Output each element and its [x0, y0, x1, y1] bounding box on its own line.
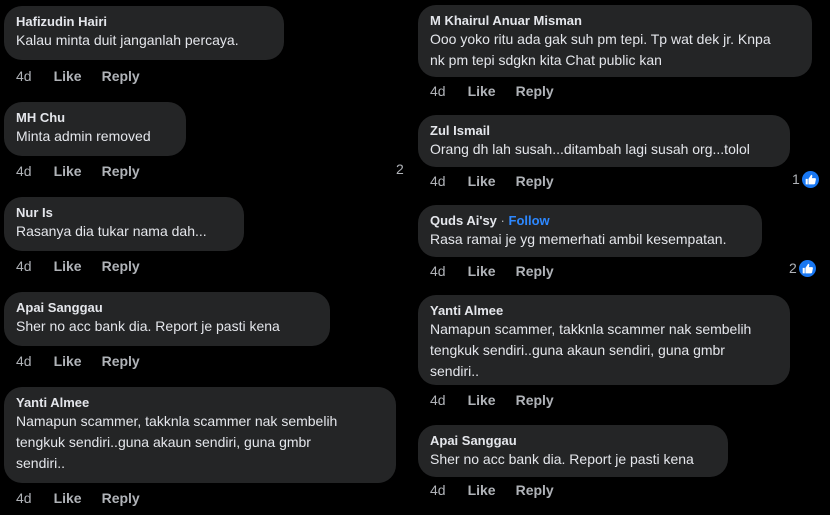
- reply-button[interactable]: Reply: [102, 257, 140, 275]
- comment-timestamp[interactable]: 4d: [16, 162, 32, 180]
- like-button[interactable]: Like: [54, 489, 82, 507]
- like-icon: [798, 259, 816, 277]
- comment: Quds Ai'sy · Follow Rasa ramai je yg mem…: [418, 205, 762, 279]
- comment-actions: 4d Like Reply: [430, 481, 554, 499]
- like-button[interactable]: Like: [468, 172, 496, 190]
- comment-text: Sher no acc bank dia. Report je pasti ke…: [16, 318, 280, 334]
- like-button[interactable]: Like: [54, 162, 82, 180]
- reply-button[interactable]: Reply: [102, 162, 140, 180]
- comment-timestamp[interactable]: 4d: [430, 481, 446, 499]
- comment: Apai Sanggau Sher no acc bank dia. Repor…: [418, 425, 728, 498]
- comment-bubble: Nur Is Rasanya dia tukar nama dah...: [4, 197, 244, 251]
- comment: Nur Is Rasanya dia tukar nama dah... 4d L…: [4, 197, 244, 274]
- reply-button[interactable]: Reply: [102, 489, 140, 507]
- like-button[interactable]: Like: [54, 352, 82, 370]
- comment: Apai Sanggau Sher no acc bank dia. Repor…: [4, 292, 330, 369]
- comment-text: Orang dh lah susah...ditambah lagi susah…: [430, 141, 750, 157]
- reply-button[interactable]: Reply: [516, 391, 554, 409]
- comment-text: Namapun scammer, takknla scammer nak sem…: [430, 321, 752, 379]
- comment-actions: 4d Like Reply: [16, 352, 140, 370]
- comment-bubble: Apai Sanggau Sher no acc bank dia. Repor…: [4, 292, 330, 346]
- comment-author[interactable]: Yanti Almee: [16, 394, 384, 411]
- comment-bubble: Yanti Almee Namapun scammer, takknla sca…: [418, 295, 790, 385]
- comment-timestamp[interactable]: 4d: [430, 391, 446, 409]
- comment: MH Chu Minta admin removed 4d Like Reply: [4, 102, 186, 179]
- comment-text: Namapun scammer, takknla scammer nak sem…: [16, 413, 338, 471]
- like-button[interactable]: Like: [54, 257, 82, 275]
- comment-text: Rasanya dia tukar nama dah...: [16, 223, 207, 239]
- comment-bubble: M Khairul Anuar Misman Ooo yoko ritu ada…: [418, 5, 812, 77]
- comment-author[interactable]: MH Chu: [16, 109, 174, 126]
- reaction-count[interactable]: 2: [396, 160, 405, 178]
- comment-text: Sher no acc bank dia. Report je pasti ke…: [430, 451, 694, 467]
- comment-author[interactable]: Zul Ismail: [430, 122, 778, 139]
- reaction-count-number: 1: [792, 171, 800, 187]
- comment-actions: 4d Like Reply: [430, 172, 554, 190]
- comments-panel-left: Hafizudin Hairi Kalau minta duit janganl…: [0, 0, 405, 515]
- comment-author[interactable]: Quds Ai'sy: [430, 213, 497, 228]
- comment-bubble: Hafizudin Hairi Kalau minta duit janganl…: [4, 6, 284, 60]
- comment-bubble: MH Chu Minta admin removed: [4, 102, 186, 156]
- comment-bubble: Apai Sanggau Sher no acc bank dia. Repor…: [418, 425, 728, 477]
- comment-timestamp[interactable]: 4d: [16, 489, 32, 507]
- reply-button[interactable]: Reply: [516, 82, 554, 100]
- separator-dot: ·: [500, 213, 505, 228]
- comment-timestamp[interactable]: 4d: [16, 67, 32, 85]
- comment-author[interactable]: Apai Sanggau: [430, 432, 716, 449]
- reaction-count[interactable]: 2: [789, 259, 816, 277]
- comment-actions: 4d Like Reply: [430, 262, 554, 280]
- comment: Yanti Almee Namapun scammer, takknla sca…: [4, 387, 396, 506]
- comment-actions: 4d Like Reply: [430, 82, 554, 100]
- comment-actions: 4d Like Reply: [16, 162, 140, 180]
- like-button[interactable]: Like: [468, 391, 496, 409]
- comment-bubble: Zul Ismail Orang dh lah susah...ditambah…: [418, 115, 790, 167]
- follow-button[interactable]: Follow: [509, 213, 550, 228]
- reaction-count-number: 2: [396, 161, 404, 177]
- comment-timestamp[interactable]: 4d: [16, 257, 32, 275]
- reply-button[interactable]: Reply: [102, 67, 140, 85]
- comment-bubble: Quds Ai'sy · Follow Rasa ramai je yg mem…: [418, 205, 762, 257]
- reply-button[interactable]: Reply: [102, 352, 140, 370]
- comment-author[interactable]: M Khairul Anuar Misman: [430, 12, 800, 29]
- like-button[interactable]: Like: [468, 262, 496, 280]
- like-button[interactable]: Like: [468, 481, 496, 499]
- comment-author[interactable]: Nur Is: [16, 204, 232, 221]
- comment: Yanti Almee Namapun scammer, takknla sca…: [418, 295, 790, 408]
- reply-button[interactable]: Reply: [516, 262, 554, 280]
- comment-text: Minta admin removed: [16, 128, 151, 144]
- comment-author[interactable]: Yanti Almee: [430, 302, 778, 319]
- comment: Zul Ismail Orang dh lah susah...ditambah…: [418, 115, 790, 189]
- comment-bubble: Yanti Almee Namapun scammer, takknla sca…: [4, 387, 396, 483]
- comment-text: Rasa ramai je yg memerhati ambil kesempa…: [430, 231, 727, 247]
- comment-actions: 4d Like Reply: [16, 67, 140, 85]
- comment-actions: 4d Like Reply: [16, 489, 140, 507]
- comment-actions: 4d Like Reply: [16, 257, 140, 275]
- comment-timestamp[interactable]: 4d: [430, 172, 446, 190]
- like-icon: [801, 170, 819, 188]
- reaction-count[interactable]: 1: [792, 170, 819, 188]
- comment-author-line: Quds Ai'sy · Follow: [430, 212, 750, 229]
- reply-button[interactable]: Reply: [516, 481, 554, 499]
- comment-text: Ooo yoko ritu ada gak suh pm tepi. Tp wa…: [430, 31, 771, 68]
- reply-button[interactable]: Reply: [516, 172, 554, 190]
- comment: Hafizudin Hairi Kalau minta duit janganl…: [4, 6, 284, 84]
- comment-actions: 4d Like Reply: [430, 391, 554, 409]
- comment: M Khairul Anuar Misman Ooo yoko ritu ada…: [418, 5, 812, 99]
- like-button[interactable]: Like: [54, 67, 82, 85]
- comment-author[interactable]: Hafizudin Hairi: [16, 13, 272, 30]
- comment-timestamp[interactable]: 4d: [430, 262, 446, 280]
- like-button[interactable]: Like: [468, 82, 496, 100]
- comment-author[interactable]: Apai Sanggau: [16, 299, 318, 316]
- comments-panel-right: M Khairul Anuar Misman Ooo yoko ritu ada…: [410, 0, 830, 515]
- comment-timestamp[interactable]: 4d: [430, 82, 446, 100]
- comment-timestamp[interactable]: 4d: [16, 352, 32, 370]
- reaction-count-number: 2: [789, 260, 797, 276]
- comment-text: Kalau minta duit janganlah percaya.: [16, 32, 239, 48]
